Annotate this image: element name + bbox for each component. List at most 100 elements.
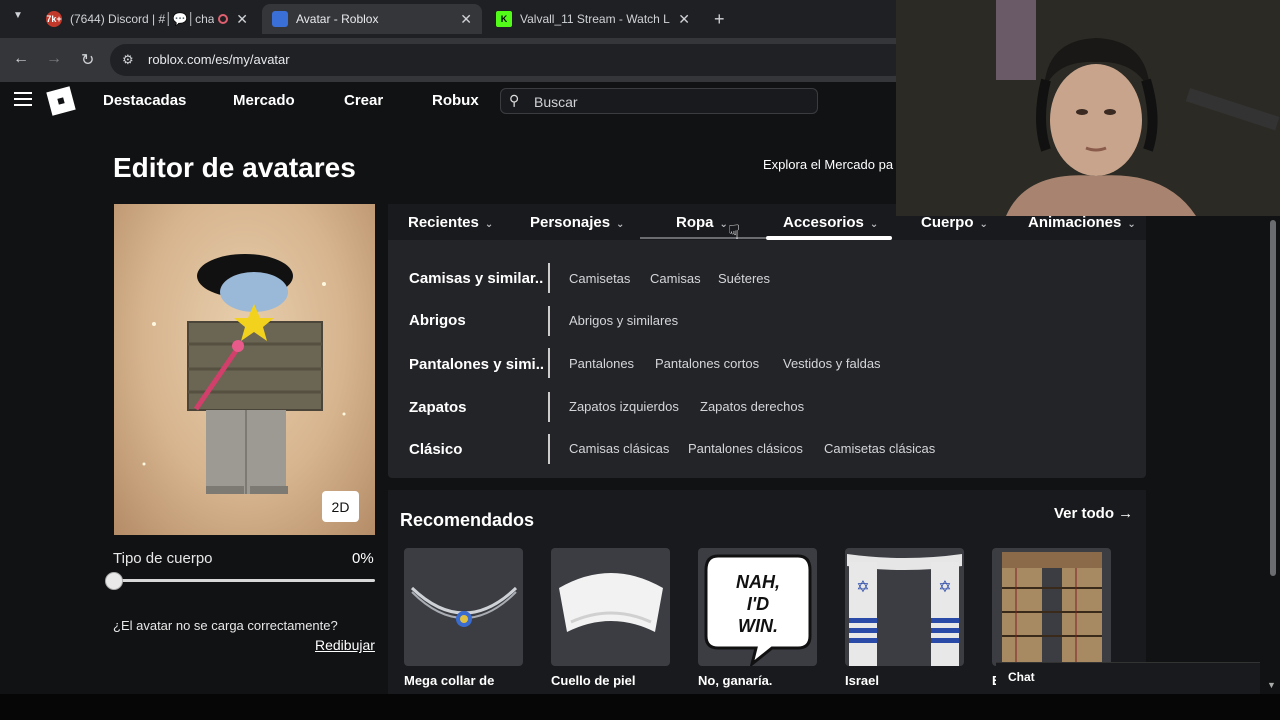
chevron-down-icon: ⌄ (869, 219, 879, 230)
dropdown-category-zapatos[interactable]: Zapatos (409, 399, 543, 416)
reload-icon[interactable]: ↻ (81, 50, 94, 70)
tab-personajes[interactable]: Personajes ⌄ (530, 214, 624, 231)
avatar-preview[interactable] (114, 204, 375, 535)
item-name[interactable]: Israel (845, 673, 879, 688)
chat-panel[interactable] (996, 662, 1260, 694)
dropdown-item[interactable]: Pantalones cortos (655, 356, 759, 371)
bottom-strip (0, 694, 1280, 720)
avatar-reload-question: ¿El avatar no se carga correctamente? (113, 618, 338, 633)
dropdown-category-pantalones[interactable]: Pantalones y simi... (409, 356, 543, 373)
dropdown-category-camisas[interactable]: Camisas y similar... (409, 270, 543, 287)
dropdown-category-abrigos[interactable]: Abrigos (409, 312, 543, 329)
dropdown-item[interactable]: Camisetas clásicas (824, 441, 935, 456)
tab-kick-stream[interactable]: K Valvall_11 Stream - Watch Live ✕ (486, 4, 700, 34)
toggle-2d-button[interactable]: 2D (322, 491, 359, 522)
item-thumbnail[interactable]: NAH, I'D WIN. (698, 548, 817, 666)
dropdown-category-clasico[interactable]: Clásico (409, 441, 543, 458)
browser-tab-strip: ▼ 7k+ (7644) Discord | #│💬│chat ✕ Avatar… (0, 0, 896, 38)
divider (548, 306, 550, 336)
dropdown-item[interactable]: Suéteres (718, 271, 770, 286)
svg-text:NAH,: NAH, (736, 572, 780, 592)
dropdown-item[interactable]: Pantalones clásicos (688, 441, 803, 456)
item-name[interactable]: Mega collar de (404, 673, 494, 688)
dropdown-item[interactable]: Vestidos y faldas (783, 356, 881, 371)
dropdown-item[interactable]: Zapatos izquierdos (569, 399, 679, 414)
scrollbar-thumb[interactable] (1270, 220, 1276, 576)
tab-title: Avatar - Roblox (296, 12, 379, 26)
fur-collar-image (559, 573, 663, 632)
plaid-pants-image (1002, 552, 1102, 666)
item-name[interactable]: No, ganaría. (698, 673, 772, 688)
webcam-overlay (896, 0, 1280, 216)
tab-avatar-roblox[interactable]: Avatar - Roblox ✕ (262, 4, 482, 34)
tab-label: Ropa (676, 214, 714, 231)
divider (548, 392, 550, 422)
new-tab-plus-icon[interactable]: + (714, 9, 725, 30)
tab-recientes[interactable]: Recientes ⌄ (408, 214, 493, 231)
roblox-favicon-icon (272, 11, 288, 27)
body-type-slider-handle[interactable] (105, 572, 123, 590)
close-tab-icon[interactable]: ✕ (678, 11, 690, 28)
divider (548, 263, 550, 293)
recording-icon (218, 14, 229, 24)
necklace-image (410, 586, 518, 627)
item-thumbnail[interactable] (551, 548, 670, 666)
dropdown-item[interactable]: Pantalones (569, 356, 634, 371)
address-bar[interactable]: ⚙ roblox.com/es/my/avatar (110, 44, 910, 76)
kick-favicon-icon: K (496, 11, 512, 27)
explore-market-link[interactable]: Explora el Mercado pa (763, 157, 893, 172)
nav-destacadas[interactable]: Destacadas (103, 92, 186, 109)
nav-crear[interactable]: Crear (344, 92, 383, 109)
search-input[interactable]: ⚲ Buscar (500, 88, 818, 114)
chevron-down-icon: ⌄ (719, 219, 728, 230)
tab-label: Accesorios (783, 214, 864, 231)
roblox-logo-icon[interactable] (46, 86, 76, 116)
dropdown-item[interactable]: Camisas (650, 271, 701, 286)
avatar-figure (142, 254, 346, 494)
scroll-down-arrow-icon[interactable]: ▼ (1267, 680, 1276, 690)
chevron-down-icon: ⌄ (484, 219, 494, 230)
streamer-webcam-image (896, 0, 1280, 216)
close-tab-icon[interactable]: ✕ (460, 11, 472, 28)
recommended-title: Recomendados (400, 510, 535, 530)
tab-cuerpo[interactable]: Cuerpo ⌄ (921, 214, 988, 231)
chevron-down-icon: ⌄ (616, 219, 625, 230)
back-arrow-icon[interactable]: ← (13, 50, 29, 68)
nav-mercado[interactable]: Mercado (233, 92, 295, 109)
prayer-shawl-image: ✡ ✡ (847, 554, 962, 666)
tab-accesorios[interactable]: Accesorios ⌄ (783, 214, 878, 231)
see-all-link[interactable]: Ver todo → (1054, 505, 1133, 522)
speech-bubble-image: NAH, I'D WIN. (704, 554, 812, 666)
divider (548, 348, 550, 378)
chat-label[interactable]: Chat (1008, 670, 1035, 684)
nav-robux[interactable]: Robux (432, 92, 479, 109)
item-thumbnail[interactable]: ✡ ✡ (845, 548, 964, 666)
tab-discord[interactable]: 7k+ (7644) Discord | #│💬│chat ✕ (36, 4, 258, 34)
body-type-slider-track[interactable] (114, 579, 375, 582)
tab-title: (7644) Discord | #│💬│chat (70, 12, 215, 26)
tab-title: Valvall_11 Stream - Watch Live (520, 12, 671, 26)
svg-text:✡: ✡ (856, 579, 869, 596)
item-name[interactable]: Cuello de piel (551, 673, 636, 688)
item-thumbnail[interactable] (404, 548, 523, 666)
item-thumbnail[interactable] (992, 548, 1111, 666)
tab-animaciones[interactable]: Animaciones ⌄ (1028, 214, 1136, 231)
close-tab-icon[interactable]: ✕ (236, 11, 248, 28)
tab-label: Cuerpo (921, 214, 974, 231)
tab-label: Animaciones (1028, 214, 1122, 231)
url-text: roblox.com/es/my/avatar (148, 52, 290, 67)
forward-arrow-icon[interactable]: → (46, 50, 62, 68)
tab-search-chevron-icon[interactable]: ▼ (8, 10, 28, 28)
redraw-link[interactable]: Redibujar (315, 637, 375, 653)
svg-text:WIN.: WIN. (738, 616, 778, 636)
tab-hover-indicator (640, 237, 766, 239)
dropdown-item[interactable]: Zapatos derechos (700, 399, 804, 414)
dropdown-item[interactable]: Camisas clásicas (569, 441, 669, 456)
site-settings-icon[interactable]: ⚙ (122, 52, 134, 68)
tab-ropa[interactable]: Ropa ⌄ (676, 214, 728, 231)
dropdown-item[interactable]: Camisetas (569, 271, 630, 286)
hamburger-icon[interactable] (14, 92, 32, 106)
body-type-value: 0% (352, 550, 374, 567)
tab-label: Personajes (530, 214, 611, 231)
dropdown-item[interactable]: Abrigos y similares (569, 313, 678, 328)
